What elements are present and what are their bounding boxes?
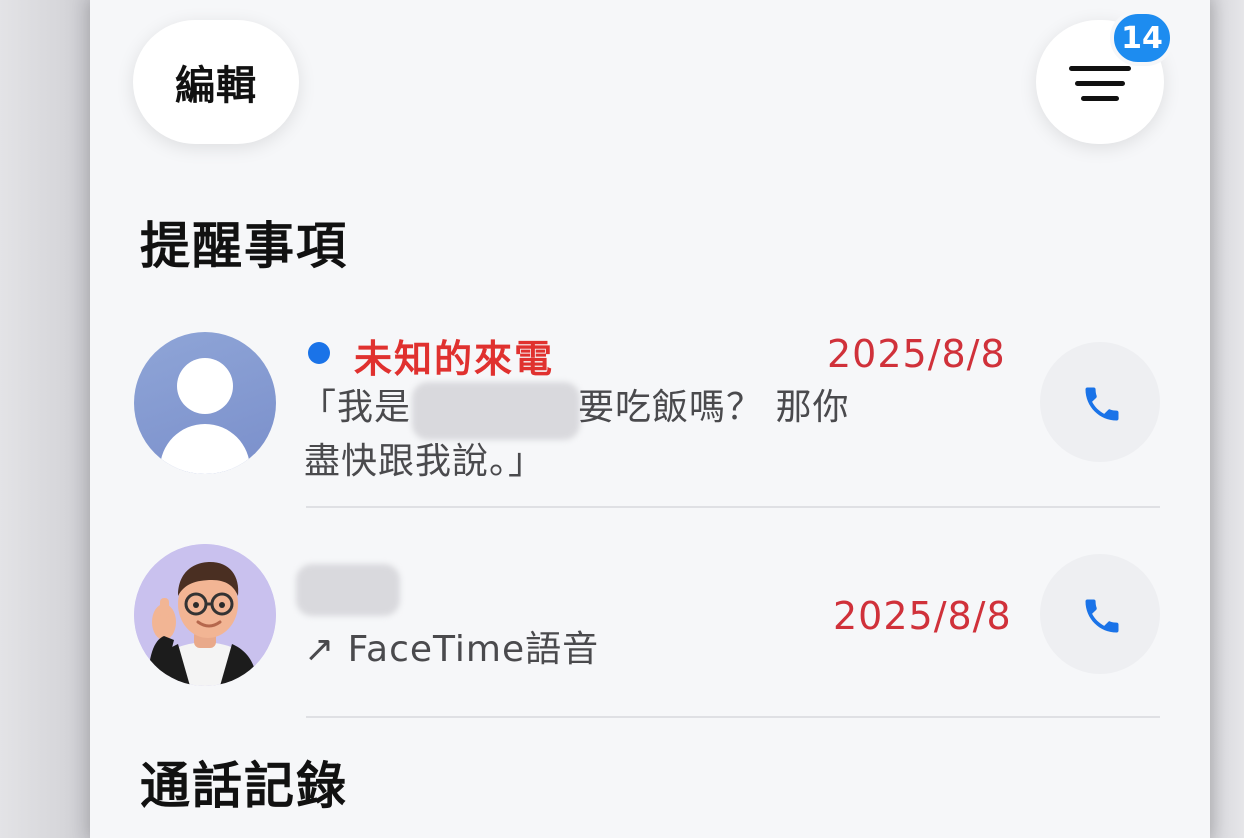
phone-icon bbox=[1085, 387, 1119, 421]
redacted-name bbox=[296, 564, 400, 616]
voicemail-text-line2: 盡快跟我說。」 bbox=[304, 441, 546, 482]
caller-name: 未知的來電 bbox=[354, 337, 555, 381]
person-silhouette-icon bbox=[134, 332, 276, 474]
notification-badge: 14 bbox=[1110, 10, 1174, 66]
call-date: 2025/8/8 bbox=[827, 332, 1006, 376]
background-right bbox=[1210, 0, 1244, 838]
voicemail-prefix: 「我是 bbox=[300, 387, 412, 428]
section-title-recents: 通話記錄 bbox=[140, 757, 348, 815]
list-item[interactable]: 未知的來電 2025/8/8 「我是 要吃飯嗎？ 那你 盡快跟我說。」 bbox=[90, 320, 1210, 510]
call-back-button[interactable] bbox=[1040, 342, 1160, 462]
memoji-avatar bbox=[134, 544, 276, 686]
call-date: 2025/8/8 bbox=[833, 594, 1012, 638]
phone-screen: 編輯 14 提醒事項 未知的來電 2025/8/8 「我是 要吃飯嗎？ 那你 盡… bbox=[90, 0, 1210, 838]
unread-dot-icon bbox=[308, 342, 330, 364]
filter-lines-icon bbox=[1069, 64, 1131, 104]
call-back-button[interactable] bbox=[1040, 554, 1160, 674]
row-divider bbox=[306, 506, 1160, 508]
call-type: ↗ FaceTime語音 bbox=[304, 629, 600, 670]
badge-count: 14 bbox=[1121, 20, 1163, 56]
phone-icon bbox=[1085, 599, 1119, 633]
redacted-name bbox=[412, 382, 580, 440]
row-divider bbox=[306, 716, 1160, 718]
edit-button[interactable]: 編輯 bbox=[133, 20, 299, 144]
section-title-reminders: 提醒事項 bbox=[140, 217, 348, 275]
background-left bbox=[0, 0, 90, 838]
edit-button-label: 編輯 bbox=[175, 63, 257, 109]
list-item[interactable]: 2025/8/8 ↗ FaceTime語音 bbox=[90, 530, 1210, 720]
voicemail-text-line1: 要吃飯嗎？ 那你 bbox=[578, 387, 850, 428]
